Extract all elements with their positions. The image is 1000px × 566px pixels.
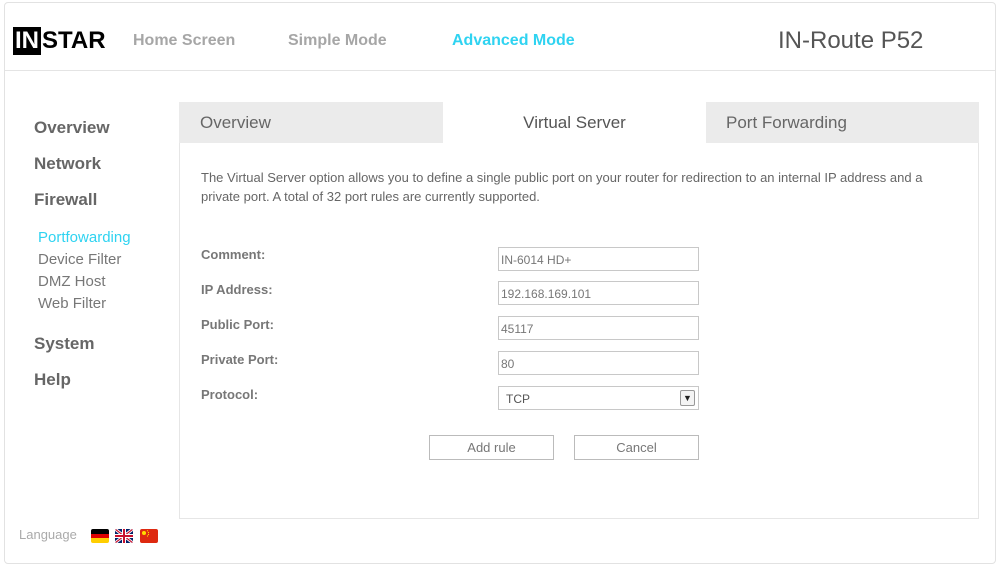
nav-simple-mode[interactable]: Simple Mode	[288, 32, 387, 50]
sidebar-item-network[interactable]: Network	[34, 154, 101, 174]
cancel-button[interactable]: Cancel	[574, 435, 699, 460]
private-port-input[interactable]	[498, 351, 699, 375]
protocol-label: Protocol:	[201, 387, 259, 402]
sidebar-item-firewall[interactable]: Firewall	[34, 190, 97, 210]
tab-bar: Overview Virtual Server Port Forwarding	[179, 102, 979, 143]
public-port-input[interactable]	[498, 316, 699, 340]
sidebar-item-help[interactable]: Help	[34, 370, 71, 390]
ip-address-label: IP Address:	[201, 282, 273, 297]
sidebar-sub-web-filter[interactable]: Web Filter	[38, 295, 106, 312]
private-port-label: Private Port:	[201, 352, 279, 367]
protocol-selected-value: TCP	[506, 392, 530, 406]
tab-overview[interactable]: Overview	[200, 102, 271, 143]
logo-boxed-text: IN	[13, 27, 41, 55]
comment-label: Comment:	[201, 247, 266, 262]
language-label: Language	[19, 527, 77, 542]
ip-address-input[interactable]	[498, 281, 699, 305]
product-name: IN-Route P52	[778, 27, 924, 54]
sidebar-item-system[interactable]: System	[34, 334, 94, 354]
public-port-label: Public Port:	[201, 317, 274, 332]
virtual-server-description: The Virtual Server option allows you to …	[201, 170, 923, 204]
protocol-select[interactable]: TCP ▼	[498, 386, 699, 410]
german-flag-icon[interactable]	[91, 529, 109, 543]
sidebar-sub-device-filter[interactable]: Device Filter	[38, 251, 121, 268]
uk-flag-icon[interactable]	[115, 529, 133, 543]
comment-input[interactable]	[498, 247, 699, 271]
sidebar-sub-portforwarding[interactable]: Portfowarding	[38, 229, 131, 246]
sidebar-sub-dmz-host[interactable]: DMZ Host	[38, 273, 106, 290]
tab-virtual-server[interactable]: Virtual Server	[443, 102, 706, 143]
chevron-down-icon[interactable]: ▼	[680, 390, 695, 406]
sidebar-item-overview[interactable]: Overview	[34, 118, 110, 138]
nav-advanced-mode[interactable]: Advanced Mode	[452, 32, 575, 50]
china-flag-icon[interactable]	[140, 529, 158, 543]
nav-home-screen[interactable]: Home Screen	[133, 32, 235, 50]
add-rule-button[interactable]: Add rule	[429, 435, 554, 460]
logo-text: STAR	[42, 27, 106, 54]
tab-port-forwarding[interactable]: Port Forwarding	[726, 102, 847, 143]
instar-logo[interactable]: IN STAR	[13, 26, 106, 56]
